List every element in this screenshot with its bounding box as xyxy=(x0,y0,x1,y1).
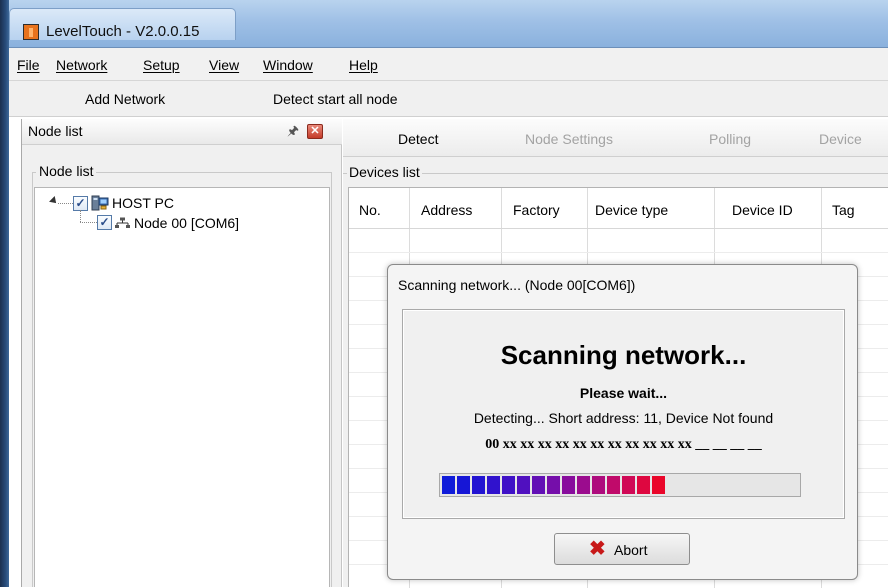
wait-message: Please wait... xyxy=(579,385,668,401)
menu-bar: File Network Setup View Window Help xyxy=(9,48,888,81)
row-divider xyxy=(349,252,888,253)
progress-segment xyxy=(637,476,650,494)
detect-all-button[interactable]: Detect start all node xyxy=(273,91,398,107)
progress-segment xyxy=(562,476,575,494)
host-pc-checkbox[interactable]: ✓ xyxy=(73,196,88,211)
scan-progress-bar xyxy=(439,473,801,497)
title-tab[interactable]: LevelTouch - V2.0.0.15 xyxy=(9,8,236,40)
column-header-device-type[interactable]: Device type xyxy=(595,202,668,218)
progress-segment xyxy=(442,476,455,494)
menu-window[interactable]: Window xyxy=(263,57,313,73)
progress-segment xyxy=(502,476,515,494)
panel-header: Node list 🖈 ✕ xyxy=(22,119,342,145)
tree-item-host-pc[interactable]: HOST PC xyxy=(112,195,174,211)
tree-item-node-00[interactable]: Node 00 [COM6] xyxy=(134,215,239,231)
column-header-factory[interactable]: Factory xyxy=(513,202,560,218)
node-list-panel: Node list 🖈 ✕ Node list ✓ HOST PC ✓ Node xyxy=(21,119,342,587)
dialog-content: Scanning network... Please wait... Detec… xyxy=(402,309,845,519)
tab-node-settings[interactable]: Node Settings xyxy=(525,131,613,147)
host-pc-icon xyxy=(91,195,109,211)
toolbar: Add Network Detect start all node xyxy=(9,81,888,117)
tree-connector xyxy=(58,203,73,204)
abort-label: Abort xyxy=(614,542,648,558)
menu-network[interactable]: Network xyxy=(56,57,107,73)
pin-icon[interactable]: 🖈 xyxy=(285,123,301,139)
abort-button[interactable]: ✖ Abort xyxy=(554,533,690,565)
progress-segment xyxy=(592,476,605,494)
tab-detect[interactable]: Detect xyxy=(398,131,438,147)
progress-segment xyxy=(472,476,485,494)
tab-strip: Detect Node Settings Polling Device xyxy=(343,119,888,157)
close-icon[interactable]: ✕ xyxy=(307,124,323,139)
progress-segment xyxy=(457,476,470,494)
progress-segment xyxy=(487,476,500,494)
progress-segment xyxy=(577,476,590,494)
node-00-checkbox[interactable]: ✓ xyxy=(97,215,112,230)
progress-segment xyxy=(622,476,635,494)
tab-device[interactable]: Device xyxy=(819,131,862,147)
progress-segment xyxy=(547,476,560,494)
scan-heading: Scanning network... xyxy=(500,340,747,370)
progress-segment xyxy=(607,476,620,494)
header-divider xyxy=(349,228,888,229)
progress-segment xyxy=(517,476,530,494)
app-icon xyxy=(23,24,39,40)
tab-polling[interactable]: Polling xyxy=(709,131,751,147)
scanning-dialog: Scanning network... (Node 00[COM6]) Scan… xyxy=(387,264,858,580)
column-header-no[interactable]: No. xyxy=(359,202,381,218)
menu-setup[interactable]: Setup xyxy=(143,57,180,73)
menu-help[interactable]: Help xyxy=(349,57,378,73)
panel-title: Node list xyxy=(28,123,83,139)
tree-connector xyxy=(80,222,97,223)
network-node-icon xyxy=(115,217,130,228)
window-title: LevelTouch - V2.0.0.15 xyxy=(46,23,200,40)
red-x-icon: ✖ xyxy=(589,538,606,560)
column-header-tag[interactable]: Tag xyxy=(832,202,855,218)
progress-segment xyxy=(652,476,665,494)
address-progress: 00 xx xx xx xx xx xx xx xx xx xx xx __ _… xyxy=(485,437,762,452)
progress-segment xyxy=(532,476,545,494)
menu-view[interactable]: View xyxy=(209,57,239,73)
node-tree: ✓ HOST PC ✓ Node 00 [COM6] xyxy=(34,187,330,587)
column-header-device-id[interactable]: Device ID xyxy=(732,202,793,218)
column-header-address[interactable]: Address xyxy=(421,202,472,218)
menu-file[interactable]: File xyxy=(17,57,40,73)
add-network-button[interactable]: Add Network xyxy=(85,91,165,107)
tree-connector xyxy=(80,210,81,222)
window-edge xyxy=(0,0,9,587)
scan-status: Detecting... Short address: 11, Device N… xyxy=(473,410,774,426)
expand-toggle-icon[interactable] xyxy=(49,196,59,206)
title-bar[interactable]: LevelTouch - V2.0.0.15 xyxy=(9,0,888,48)
group-label: Devices list xyxy=(347,164,422,180)
dialog-title: Scanning network... (Node 00[COM6]) xyxy=(398,277,636,293)
group-label: Node list xyxy=(36,163,97,179)
